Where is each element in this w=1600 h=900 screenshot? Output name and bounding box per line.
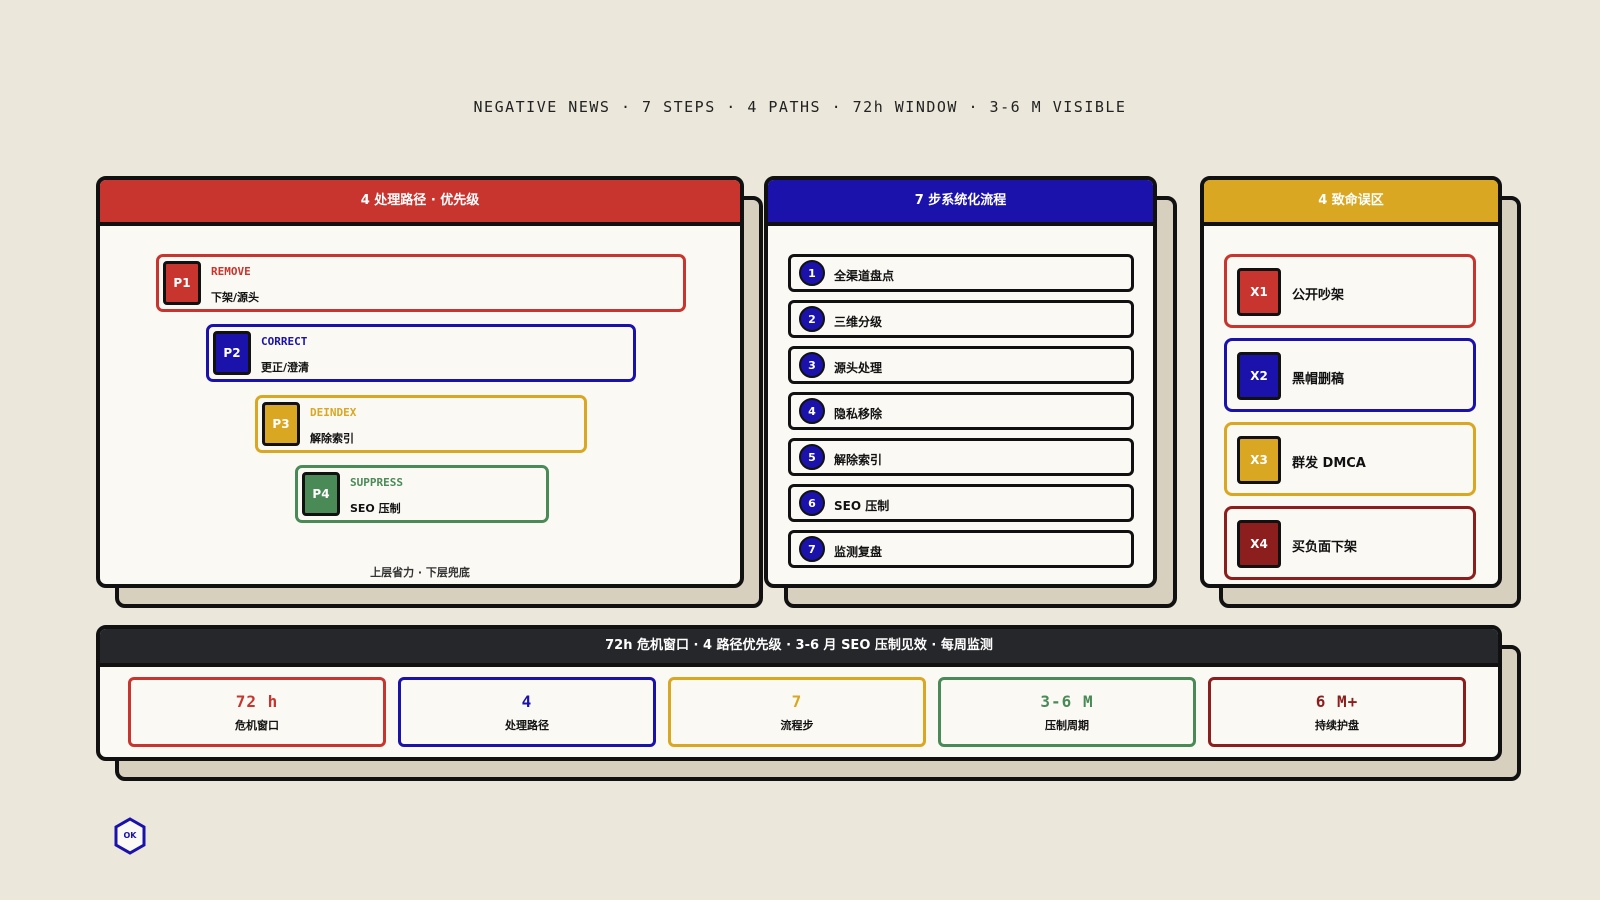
path-item-p4[interactable]: P4 SUPPRESS SEO 压制 xyxy=(295,465,549,523)
metric-value: 72 h xyxy=(235,692,279,711)
path-badge: P1 xyxy=(163,261,201,305)
pitfall-item-x1[interactable]: X1 公开吵架 xyxy=(1224,254,1476,328)
metric-crisis-window: 72 h 危机窗口 xyxy=(128,677,386,747)
step-label: 解除索引 xyxy=(834,453,883,467)
path-item-p2[interactable]: P2 CORRECT 更正/澄清 xyxy=(206,324,636,382)
path-badge: P3 xyxy=(262,402,300,446)
pitfalls-card: 4 致命误区 X1 公开吵架 X2 黑帽删稿 X3 群发 DMCA X4 买负面… xyxy=(1200,176,1502,588)
step-item-1[interactable]: 1 全渠道盘点 xyxy=(788,254,1134,292)
pitfall-label: 公开吵架 xyxy=(1292,288,1345,303)
path-badge: P2 xyxy=(213,331,251,375)
path-code: REMOVE xyxy=(211,265,251,278)
metric-label: 流程步 xyxy=(780,719,814,732)
page-headline: NEGATIVE NEWS · 7 STEPS · 4 PATHS · 72h … xyxy=(473,98,1127,116)
path-label: SEO 压制 xyxy=(350,502,401,515)
pitfall-item-x4[interactable]: X4 买负面下架 xyxy=(1224,506,1476,580)
path-item-p3[interactable]: P3 DEINDEX 解除索引 xyxy=(255,395,587,453)
paths-card-title: 4 处理路径 · 优先级 xyxy=(100,180,740,226)
metric-ongoing-guard: 6 M+ 持续护盘 xyxy=(1208,677,1466,747)
metric-label: 持续护盘 xyxy=(1315,719,1359,732)
metric-label: 压制周期 xyxy=(1045,719,1089,732)
metric-suppress-cycle: 3-6 M 压制周期 xyxy=(938,677,1196,747)
step-label: 全渠道盘点 xyxy=(834,269,895,283)
pitfall-item-x2[interactable]: X2 黑帽删稿 xyxy=(1224,338,1476,412)
pitfall-badge: X2 xyxy=(1237,352,1281,400)
path-code: CORRECT xyxy=(261,335,308,348)
step-number: 6 xyxy=(799,490,825,516)
summary-title: 72h 危机窗口 · 4 路径优先级 · 3-6 月 SEO 压制见效 · 每周… xyxy=(100,629,1498,667)
path-badge: P4 xyxy=(302,472,340,516)
path-code: SUPPRESS xyxy=(350,476,403,489)
step-item-6[interactable]: 6 SEO 压制 xyxy=(788,484,1134,522)
paths-footnote: 上层省力 · 下层兜底 xyxy=(370,566,470,579)
paths-card: 4 处理路径 · 优先级 P1 REMOVE 下架/源头 P2 CORRECT … xyxy=(96,176,744,588)
steps-card: 7 步系统化流程 1 全渠道盘点 2 三维分级 3 源头处理 4 隐私移除 5 … xyxy=(764,176,1157,588)
pitfall-label: 买负面下架 xyxy=(1292,540,1358,555)
metric-value: 4 xyxy=(521,692,533,711)
step-item-3[interactable]: 3 源头处理 xyxy=(788,346,1134,384)
path-label: 解除索引 xyxy=(310,432,354,445)
pitfall-item-x3[interactable]: X3 群发 DMCA xyxy=(1224,422,1476,496)
path-code: DEINDEX xyxy=(310,406,357,419)
metric-steps: 7 流程步 xyxy=(668,677,926,747)
metric-value: 7 xyxy=(791,692,803,711)
pitfalls-card-title: 4 致命误区 xyxy=(1204,180,1498,226)
step-label: 源头处理 xyxy=(834,361,883,375)
steps-card-title: 7 步系统化流程 xyxy=(768,180,1153,226)
step-number: 1 xyxy=(799,260,825,286)
path-label: 更正/澄清 xyxy=(261,361,310,374)
path-item-p1[interactable]: P1 REMOVE 下架/源头 xyxy=(156,254,686,312)
metric-label: 处理路径 xyxy=(505,719,549,732)
step-label: 隐私移除 xyxy=(834,407,883,421)
pitfall-badge: X4 xyxy=(1237,520,1281,568)
step-item-5[interactable]: 5 解除索引 xyxy=(788,438,1134,476)
step-number: 3 xyxy=(799,352,825,378)
step-number: 7 xyxy=(799,536,825,562)
step-item-2[interactable]: 2 三维分级 xyxy=(788,300,1134,338)
step-item-7[interactable]: 7 监测复盘 xyxy=(788,530,1134,568)
step-number: 4 xyxy=(799,398,825,424)
step-label: 监测复盘 xyxy=(834,545,883,559)
step-number: 5 xyxy=(799,444,825,470)
metric-paths: 4 处理路径 xyxy=(398,677,656,747)
step-item-4[interactable]: 4 隐私移除 xyxy=(788,392,1134,430)
pitfall-label: 群发 DMCA xyxy=(1292,456,1366,471)
metric-value: 3-6 M xyxy=(1040,692,1094,711)
step-label: SEO 压制 xyxy=(834,499,890,513)
pitfall-badge: X3 xyxy=(1237,436,1281,484)
step-label: 三维分级 xyxy=(834,315,883,329)
step-number: 2 xyxy=(799,306,825,332)
pitfall-label: 黑帽删稿 xyxy=(1292,372,1345,387)
pitfall-badge: X1 xyxy=(1237,268,1281,316)
summary-card: 72h 危机窗口 · 4 路径优先级 · 3-6 月 SEO 压制见效 · 每周… xyxy=(96,625,1502,761)
path-label: 下架/源头 xyxy=(211,291,260,304)
ok-badge-text: OK xyxy=(124,831,138,840)
metric-value: 6 M+ xyxy=(1315,692,1359,711)
metric-label: 危机窗口 xyxy=(235,719,279,732)
hexagon-icon: OK xyxy=(114,817,146,855)
